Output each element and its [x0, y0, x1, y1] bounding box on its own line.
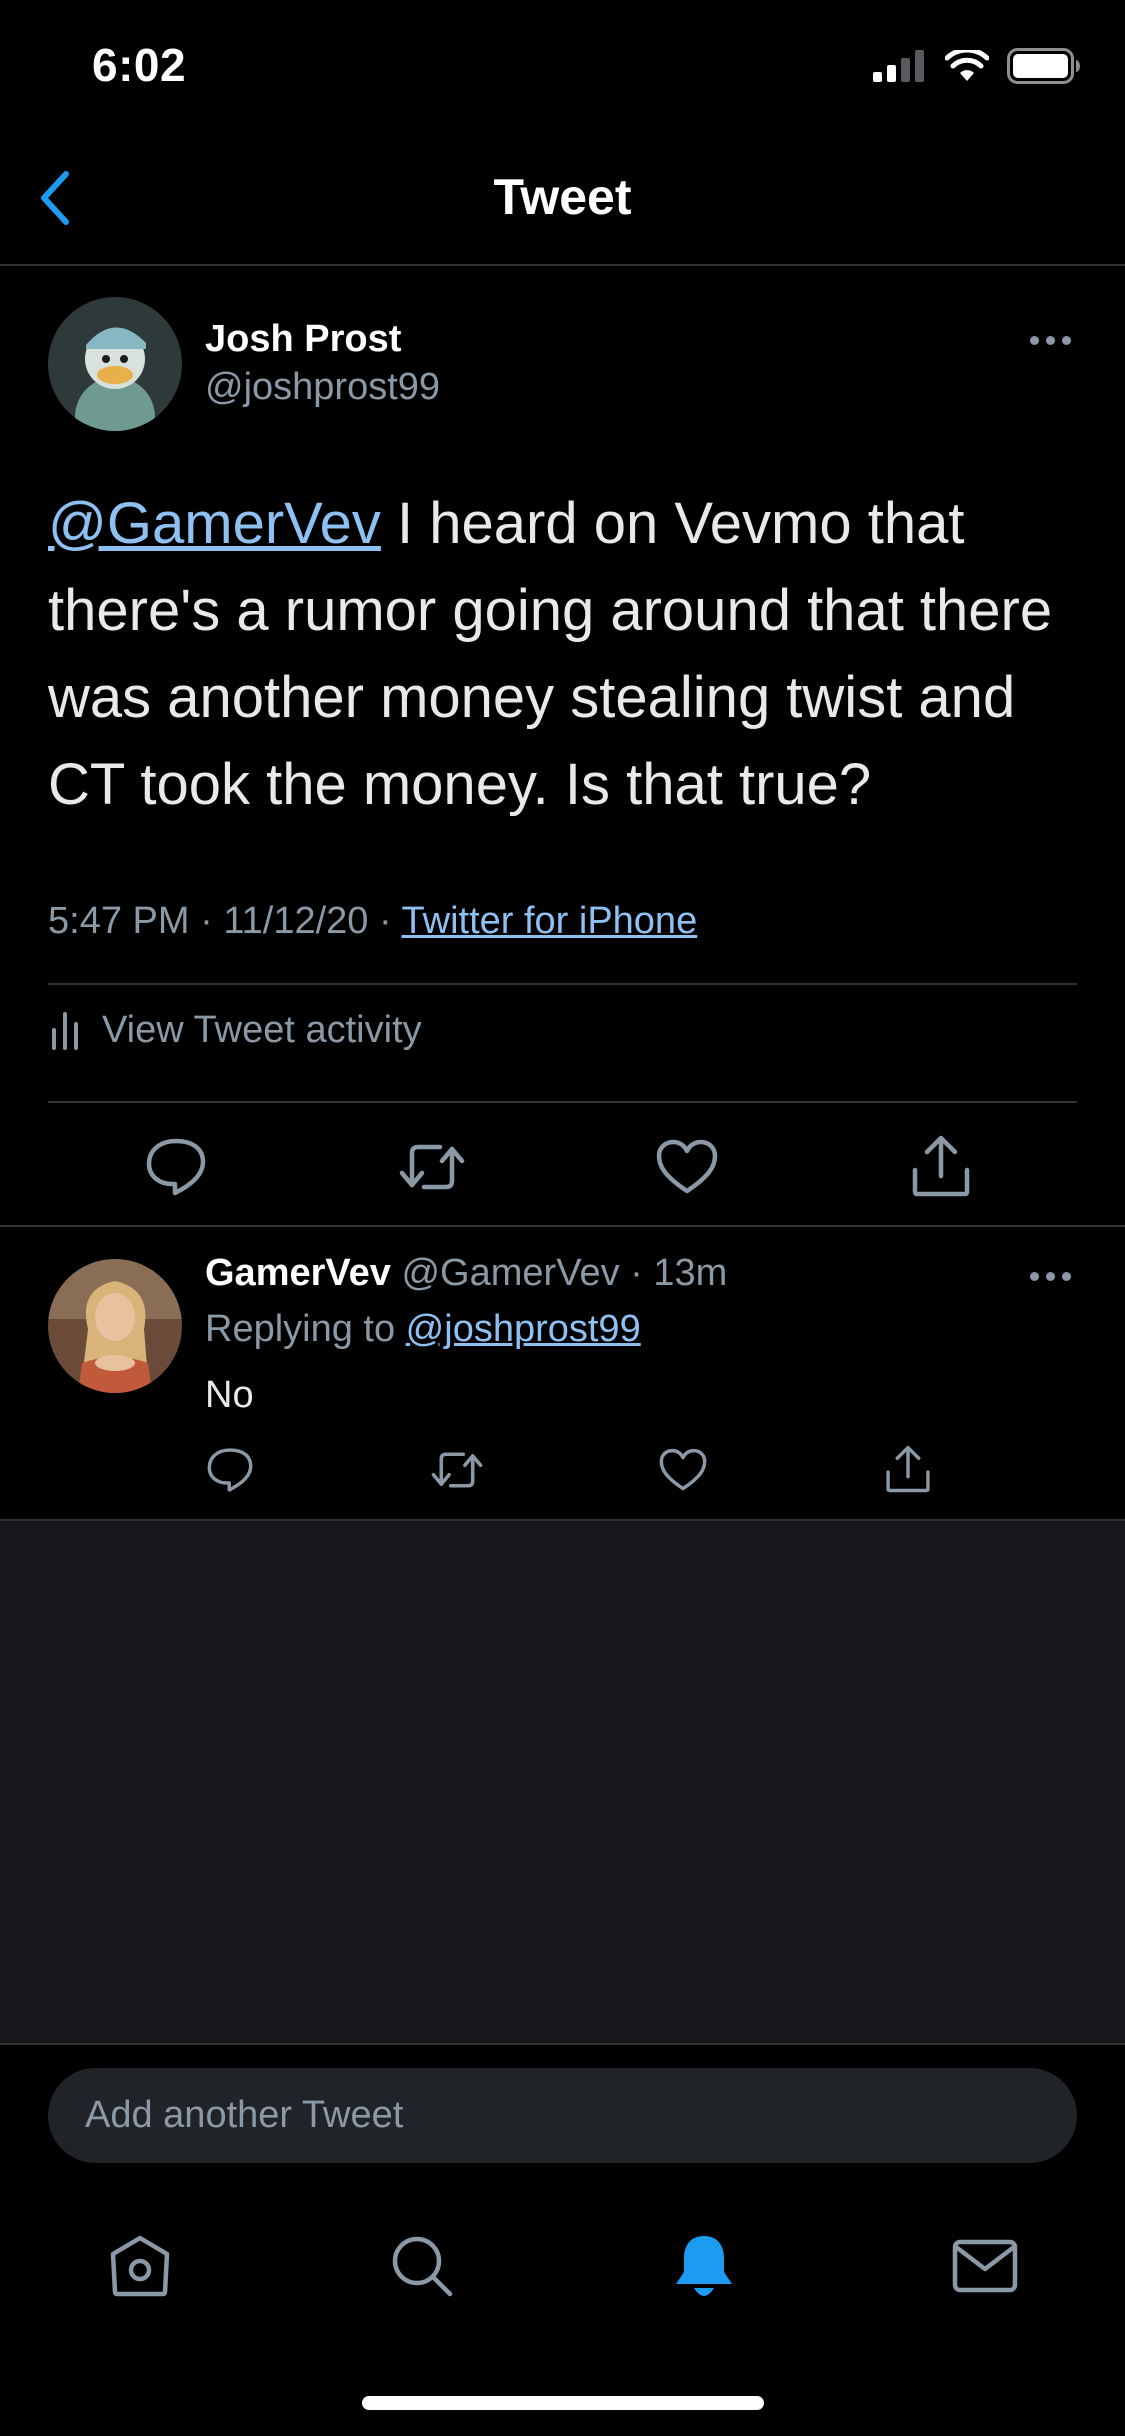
meta-separator: · — [189, 900, 224, 942]
author-avatar[interactable] — [48, 297, 182, 431]
avatar-image — [48, 1259, 182, 1393]
tweet-text: @GamerVev I heard on Vevmo that there's … — [48, 480, 1088, 828]
reply-author-handle[interactable]: @GamerVev — [401, 1252, 619, 1294]
meta-separator: · — [368, 900, 402, 942]
bell-icon — [676, 2236, 732, 2296]
tab-notifications[interactable] — [664, 2226, 744, 2306]
header-divider — [0, 264, 1125, 266]
reply-retweet-button[interactable] — [428, 1442, 486, 1498]
author-handle[interactable]: @joshprost99 — [205, 366, 440, 409]
status-time: 6:02 — [92, 39, 187, 91]
avatar-image — [48, 297, 182, 431]
divider — [48, 983, 1077, 985]
reply-header: GamerVev @GamerVev · 13m — [205, 1252, 727, 1295]
tweet-mention-link[interactable]: @GamerVev — [48, 491, 381, 556]
composer-divider — [0, 2043, 1125, 2045]
share-icon — [912, 1135, 970, 1197]
reply-author-name[interactable]: GamerVev — [205, 1252, 391, 1294]
replying-to-prefix: Replying to — [205, 1308, 406, 1350]
divider — [0, 1225, 1125, 1227]
tweet-meta: 5:47 PM · 11/12/20 · Twitter for iPhone — [48, 900, 697, 943]
divider — [48, 1101, 1077, 1103]
view-tweet-activity-button[interactable]: View Tweet activity — [48, 1008, 422, 1052]
battery-icon — [1007, 48, 1080, 84]
tab-search[interactable] — [382, 2226, 462, 2306]
empty-conversation-area — [0, 1521, 1125, 2043]
share-button[interactable] — [906, 1130, 976, 1202]
retweet-icon — [399, 1144, 465, 1190]
replying-to: Replying to @joshprost99 — [205, 1308, 641, 1351]
reply-icon — [146, 1138, 206, 1196]
cellular-signal-icon — [873, 50, 924, 82]
page-title: Tweet — [493, 169, 632, 225]
status-icons — [873, 48, 1081, 84]
like-button[interactable] — [652, 1132, 722, 1202]
more-options-icon[interactable] — [1030, 336, 1071, 345]
mail-icon — [952, 2239, 1018, 2293]
tab-messages[interactable] — [945, 2226, 1025, 2306]
tab-home[interactable] — [100, 2226, 180, 2306]
replying-to-link[interactable]: @joshprost99 — [406, 1308, 641, 1350]
home-icon — [110, 2235, 170, 2297]
bar-chart-icon — [52, 1012, 78, 1050]
heart-icon — [659, 1448, 707, 1491]
tweet-time: 5:47 PM — [48, 900, 190, 942]
reply-button[interactable] — [141, 1132, 211, 1202]
heart-icon — [656, 1139, 718, 1194]
wifi-icon — [945, 50, 989, 81]
reply-icon — [207, 1448, 253, 1492]
add-tweet-input[interactable]: Add another Tweet — [48, 2068, 1077, 2163]
reply-reply-button[interactable] — [202, 1442, 258, 1498]
retweet-icon — [431, 1452, 483, 1488]
home-indicator[interactable] — [362, 2396, 764, 2410]
reply-like-button[interactable] — [655, 1442, 711, 1498]
reply-author-avatar[interactable] — [48, 1259, 182, 1393]
tweet-source-link[interactable]: Twitter for iPhone — [402, 900, 698, 942]
view-tweet-activity-label: View Tweet activity — [102, 1008, 422, 1051]
reply-time: 13m — [653, 1252, 728, 1294]
reply-share-button[interactable] — [880, 1440, 936, 1498]
tweet-date: 11/12/20 — [223, 900, 369, 942]
author-name[interactable]: Josh Prost — [205, 318, 401, 361]
reply-text: No — [205, 1374, 254, 1416]
add-tweet-placeholder: Add another Tweet — [85, 2094, 404, 2136]
retweet-button[interactable] — [396, 1132, 468, 1202]
share-icon — [886, 1445, 930, 1493]
reply-more-options-icon[interactable] — [1030, 1272, 1071, 1281]
search-icon — [392, 2236, 453, 2297]
reply-separator: · — [619, 1252, 654, 1294]
